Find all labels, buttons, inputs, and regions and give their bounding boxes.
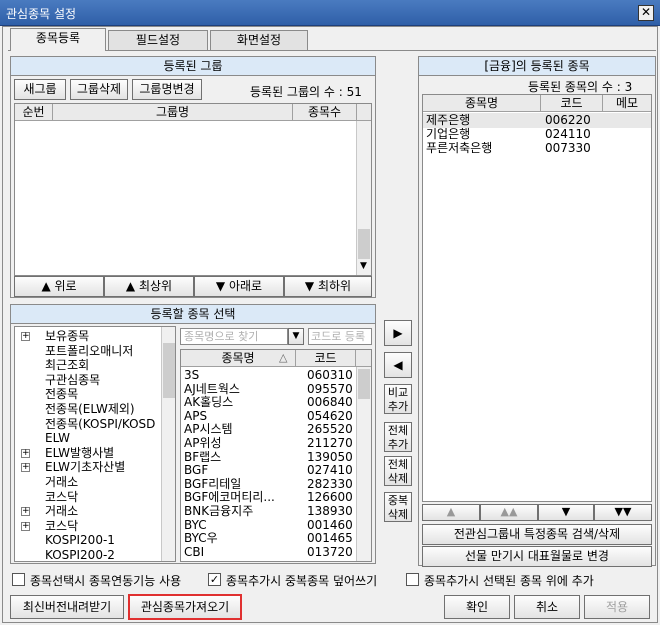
option-overwrite-label: 종목추가시 중복종목 덮어쓰기 (226, 574, 378, 588)
download-latest-button[interactable]: 최신버전내려받기 (10, 595, 124, 619)
stock-list-scrollbar-thumb[interactable] (358, 369, 370, 399)
registered-name: 푸른저축은행 (426, 141, 493, 155)
group-count-label: 등록된 그룹의 수 : 51 (250, 85, 362, 99)
delete-group-button[interactable]: 그룹삭제 (70, 79, 128, 100)
tree-scrollbar[interactable] (161, 327, 175, 561)
expand-plus-icon[interactable]: + (21, 332, 30, 341)
tree-item[interactable]: 전종목(ELW제외) (45, 402, 135, 416)
delete-duplicate-button[interactable]: 중복삭제 (384, 492, 412, 522)
col-stock-code[interactable]: 코드 (296, 350, 356, 367)
registered-code: 024110 (545, 127, 591, 141)
registered-row[interactable]: 제주은행 006220 (423, 113, 651, 128)
stock-list-scrollbar[interactable] (356, 367, 371, 561)
move-top-button[interactable]: ▲ 최상위 (104, 276, 194, 297)
add-all-button[interactable]: 전체추가 (384, 422, 412, 452)
col-reg-name[interactable]: 종목명 (423, 95, 541, 112)
search-name-input[interactable]: 종목명으로 찾기 (180, 328, 288, 345)
window-title: 관심종목 설정 (6, 7, 77, 21)
tree-item[interactable]: ELW발행사별 (45, 446, 114, 460)
futures-change-button[interactable]: 선물 만기시 대표월물로 변경 (422, 546, 652, 567)
reg-move-bottom-button[interactable]: ▼▼ (594, 504, 652, 521)
tree-item[interactable]: 최근조회 (45, 358, 89, 372)
registered-row[interactable]: 푸른저축은행 007330 (423, 141, 651, 156)
select-panel-header: 등록할 종목 선택 (11, 305, 375, 324)
close-icon[interactable]: ✕ (638, 5, 654, 21)
registered-code: 007330 (545, 141, 591, 155)
groups-table[interactable]: 순번 그룹명 종목수 ▼ (14, 103, 372, 276)
rename-group-button[interactable]: 그룹명변경 (132, 79, 202, 100)
reg-move-down-button[interactable]: ▼ (538, 504, 594, 521)
option-overwrite-checkbox[interactable]: ✓ (208, 573, 221, 586)
tree-item[interactable]: KOSPI200-2 (45, 548, 115, 561)
move-up-button[interactable]: ▲ 위로 (14, 276, 104, 297)
tree-item[interactable]: 전종목(KOSPI/KOSD (45, 417, 155, 431)
tab-stock-register[interactable]: 종목등록 (10, 28, 106, 51)
reg-move-top-button[interactable]: ▲▲ (480, 504, 538, 521)
groups-panel-header: 등록된 그룹 (11, 57, 375, 76)
tree-item[interactable]: 보유종목 (45, 329, 89, 343)
tab-field-settings[interactable]: 필드설정 (108, 30, 208, 51)
tree-item[interactable]: ELW (45, 431, 70, 445)
search-delete-button[interactable]: 전관심그룹내 특정종목 검색/삭제 (422, 524, 652, 545)
option-insert-above-label: 종목추가시 선택된 종목 위에 추가 (424, 574, 594, 588)
stock-list-header: 종목명 △ 코드 (181, 350, 371, 367)
cancel-button[interactable]: 취소 (514, 595, 580, 619)
ok-button[interactable]: 확인 (444, 595, 510, 619)
expand-plus-icon[interactable]: + (21, 448, 30, 458)
stock-list[interactable]: 종목명 △ 코드 3S 060310 AJ네트웍스 095570 AK홀딩스 006840… (180, 349, 372, 562)
expand-plus-icon[interactable]: + (21, 507, 30, 517)
groups-scrollbar[interactable]: ▼ (356, 121, 371, 275)
stock-code: 013720 (307, 544, 353, 559)
tree-item[interactable]: 거래소 (45, 504, 78, 518)
tree-item[interactable]: 전종목 (45, 387, 78, 401)
groups-table-header: 순번 그룹명 종목수 (15, 104, 371, 121)
stock-name: CBI (184, 544, 205, 559)
search-dropdown-icon[interactable]: ▼ (288, 328, 304, 345)
option-link-checkbox[interactable] (12, 573, 25, 586)
option-link-label: 종목선택시 종목연동기능 사용 (30, 574, 182, 588)
new-group-button[interactable]: 새그룹 (14, 79, 66, 100)
category-tree[interactable]: + 보유종목 포트폴리오매니저 최근조회 구관심종목 전종목 전종목(ELW제외) 전종목(K… (14, 326, 176, 562)
sort-asc-icon: △ (279, 351, 288, 364)
add-stock-button[interactable]: ▶ (384, 320, 412, 346)
groups-scrollbar-thumb[interactable] (358, 229, 370, 259)
tree-item[interactable]: 구관심종목 (45, 373, 100, 387)
stock-row[interactable]: CBI 013720 (181, 545, 356, 560)
tree-item[interactable]: 코스닥 (45, 490, 78, 504)
import-watchlist-button[interactable]: 관심종목가져오기 (128, 594, 242, 620)
col-reg-code[interactable]: 코드 (541, 95, 603, 112)
registered-row[interactable]: 기업은행 024110 (423, 127, 651, 142)
move-down-button[interactable]: ▼ 아래로 (194, 276, 284, 297)
col-stock-count[interactable]: 종목수 (293, 104, 357, 121)
registered-table-header: 종목명 코드 메모 (423, 95, 651, 112)
registered-code: 006220 (545, 113, 591, 127)
title-bar: 관심종목 설정 ✕ (0, 0, 660, 26)
col-group-name[interactable]: 그룹명 (53, 104, 293, 121)
tree-item[interactable]: 포트폴리오매니저 (45, 344, 133, 358)
move-bottom-button[interactable]: ▼ 최하위 (284, 276, 372, 297)
remove-stock-button[interactable]: ◀ (384, 352, 412, 378)
tree-item[interactable]: KOSPI200-1 (45, 533, 115, 547)
col-index[interactable]: 순번 (15, 104, 53, 121)
compare-add-button[interactable]: 비교추가 (384, 384, 412, 414)
registered-table[interactable]: 종목명 코드 메모 제주은행 006220 기업은행 024110 푸른저축은행 0073… (422, 94, 652, 502)
expand-plus-icon[interactable]: + (21, 463, 30, 473)
reg-move-up-button[interactable]: ▲ (422, 504, 480, 521)
registered-name: 제주은행 (426, 113, 471, 127)
registered-name: 기업은행 (426, 127, 471, 141)
delete-all-button[interactable]: 전체삭제 (384, 456, 412, 486)
code-register-input[interactable]: 코드로 등록 (308, 328, 372, 345)
tree-item[interactable]: 거래소 (45, 475, 78, 489)
registered-count-label: 등록된 종목의 수 : 3 (528, 80, 633, 94)
registered-panel-header: [금융]의 등록된 종목 (419, 57, 655, 76)
expand-plus-icon[interactable]: + (21, 521, 30, 531)
tab-screen-settings[interactable]: 화면설정 (210, 30, 308, 51)
col-reg-memo[interactable]: 메모 (603, 95, 651, 112)
tree-item[interactable]: 코스닥 (45, 519, 78, 533)
tree-scrollbar-thumb[interactable] (163, 343, 175, 398)
tree-item[interactable]: ELW기초자산별 (45, 460, 125, 474)
option-insert-above-checkbox[interactable] (406, 573, 419, 586)
apply-button[interactable]: 적용 (584, 595, 650, 619)
chevron-down-icon[interactable]: ▼ (360, 261, 367, 271)
